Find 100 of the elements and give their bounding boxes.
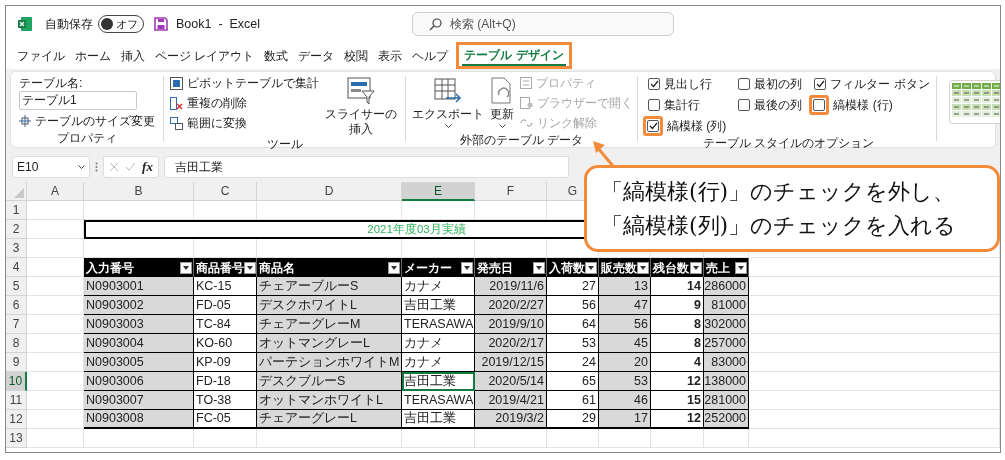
search-field[interactable]: 検索 (Alt+Q) <box>412 12 674 36</box>
empty-cell[interactable] <box>749 429 1000 448</box>
table-cell[interactable]: 2020/2/27 <box>475 296 547 315</box>
table-cell[interactable]: 14 <box>651 277 704 296</box>
table-cell[interactable]: 53 <box>599 372 651 391</box>
table-cell[interactable]: チェアーブルーS <box>257 277 402 296</box>
table-cell[interactable]: 281000 <box>704 391 749 410</box>
ribbon-button[interactable]: ピボットテーブルで集計 <box>170 73 319 93</box>
table-cell[interactable]: TC-84 <box>194 315 257 334</box>
filter-button[interactable] <box>735 261 747 274</box>
table-cell[interactable]: 46 <box>599 391 651 410</box>
table-cell[interactable]: 2019/11/6 <box>475 277 547 296</box>
table-cell[interactable]: 252000 <box>704 410 749 429</box>
column-header[interactable]: B <box>84 182 194 201</box>
table-cell[interactable]: 13 <box>599 277 651 296</box>
table-cell[interactable]: 286000 <box>704 277 749 296</box>
table-cell[interactable]: 64 <box>547 315 599 334</box>
ribbon-tab[interactable]: ページ レイアウト <box>153 45 257 66</box>
table-cell[interactable]: FD-05 <box>194 296 257 315</box>
table-cell[interactable]: 2019/12/15 <box>475 353 547 372</box>
table-cell[interactable]: デスクブルーS <box>257 372 402 391</box>
save-icon[interactable] <box>154 17 168 31</box>
table-cell[interactable]: N0903006 <box>84 372 194 391</box>
empty-cell[interactable] <box>547 429 599 448</box>
filter-button[interactable] <box>244 261 256 274</box>
table-cell[interactable]: N0903001 <box>84 277 194 296</box>
table-cell[interactable]: TO-38 <box>194 391 257 410</box>
table-cell[interactable]: KO-60 <box>194 334 257 353</box>
table-cell[interactable]: チェアーグレーM <box>257 315 402 334</box>
ribbon-tab[interactable]: 表示 <box>376 45 405 66</box>
table-cell[interactable]: 2019/3/2 <box>475 410 547 429</box>
row-header[interactable]: 13 <box>6 429 27 448</box>
empty-cell[interactable] <box>475 429 547 448</box>
table-cell[interactable]: 吉田工業 <box>402 410 475 429</box>
column-header[interactable]: D <box>257 182 402 201</box>
ribbon-tab[interactable]: データ <box>296 45 337 66</box>
table-cell[interactable]: カナメ <box>402 353 475 372</box>
table-cell[interactable]: N0903002 <box>84 296 194 315</box>
table-cell[interactable]: 4 <box>651 353 704 372</box>
table-cell[interactable]: 吉田工業 <box>402 372 475 391</box>
empty-cell[interactable] <box>651 429 704 448</box>
filter-button[interactable] <box>461 261 473 274</box>
select-all-icon[interactable] <box>14 188 24 198</box>
filter-button[interactable] <box>690 261 702 274</box>
table-cell[interactable]: 138000 <box>704 372 749 391</box>
empty-cell[interactable] <box>402 429 475 448</box>
column-header[interactable]: F <box>475 182 547 201</box>
ribbon-tab[interactable]: ホーム <box>73 45 113 66</box>
table-cell[interactable]: 12 <box>651 410 704 429</box>
empty-cell[interactable] <box>194 429 257 448</box>
empty-cell[interactable] <box>257 201 402 220</box>
row-header[interactable]: 8 <box>6 334 27 353</box>
ribbon-button[interactable]: スライサーの挿入 <box>323 75 399 137</box>
empty-cell[interactable] <box>599 429 651 448</box>
column-header[interactable]: A <box>27 182 84 201</box>
row-header[interactable]: 7 <box>6 315 27 334</box>
filter-button[interactable] <box>533 261 545 274</box>
table-cell[interactable]: 20 <box>599 353 651 372</box>
column-header[interactable]: E <box>402 182 475 201</box>
formula-field[interactable]: 吉田工業 <box>164 155 569 178</box>
search-input[interactable]: 検索 (Alt+Q) <box>450 15 650 33</box>
table-cell[interactable]: チェアーグレーL <box>257 410 402 429</box>
table-cell[interactable]: TERASAWA <box>402 315 475 334</box>
ribbon-tab[interactable]: 挿入 <box>119 45 147 66</box>
table-cell[interactable]: 12 <box>651 372 704 391</box>
check-icon[interactable] <box>125 161 137 172</box>
ribbon-button[interactable]: エクスポート <box>410 75 486 133</box>
table-cell[interactable]: 53 <box>547 334 599 353</box>
cancel-icon[interactable] <box>109 161 119 172</box>
table-cell[interactable]: N0903004 <box>84 334 194 353</box>
table-cell[interactable]: 257000 <box>704 334 749 353</box>
table-cell[interactable]: 9 <box>651 296 704 315</box>
empty-cell[interactable] <box>402 201 475 220</box>
table-cell[interactable]: カナメ <box>402 277 475 296</box>
table-cell[interactable]: 61 <box>547 391 599 410</box>
table-cell[interactable]: 24 <box>547 353 599 372</box>
table-cell[interactable]: 81000 <box>704 296 749 315</box>
row-header[interactable]: 1 <box>6 201 27 220</box>
table-cell[interactable]: N0903007 <box>84 391 194 410</box>
table-cell[interactable]: TERASAWA <box>402 391 475 410</box>
filter-button[interactable] <box>585 261 597 274</box>
table-cell[interactable]: デスクホワイトL <box>257 296 402 315</box>
table-cell[interactable]: パーテションホワイトM <box>257 353 402 372</box>
table-cell[interactable]: 56 <box>599 315 651 334</box>
table-cell[interactable]: 吉田工業 <box>402 296 475 315</box>
table-cell[interactable]: オットマンホワイトL <box>257 391 402 410</box>
column-header[interactable]: C <box>194 182 257 201</box>
checkbox[interactable] <box>814 77 827 90</box>
table-cell[interactable]: 65 <box>547 372 599 391</box>
ribbon-button[interactable]: テーブルのサイズ変更 <box>19 111 155 131</box>
table-cell[interactable]: 2020/5/14 <box>475 372 547 391</box>
table-cell[interactable]: オットマングレーL <box>257 334 402 353</box>
ribbon-button[interactable]: 重複の削除 <box>170 93 319 113</box>
row-header[interactable]: 9 <box>6 353 27 372</box>
empty-cell[interactable] <box>194 201 257 220</box>
table-cell[interactable]: 302000 <box>704 315 749 334</box>
row-header[interactable]: 2 <box>6 220 27 239</box>
table-cell[interactable]: 2019/4/21 <box>475 391 547 410</box>
table-cell[interactable]: 8 <box>651 315 704 334</box>
filter-button[interactable] <box>637 261 649 274</box>
